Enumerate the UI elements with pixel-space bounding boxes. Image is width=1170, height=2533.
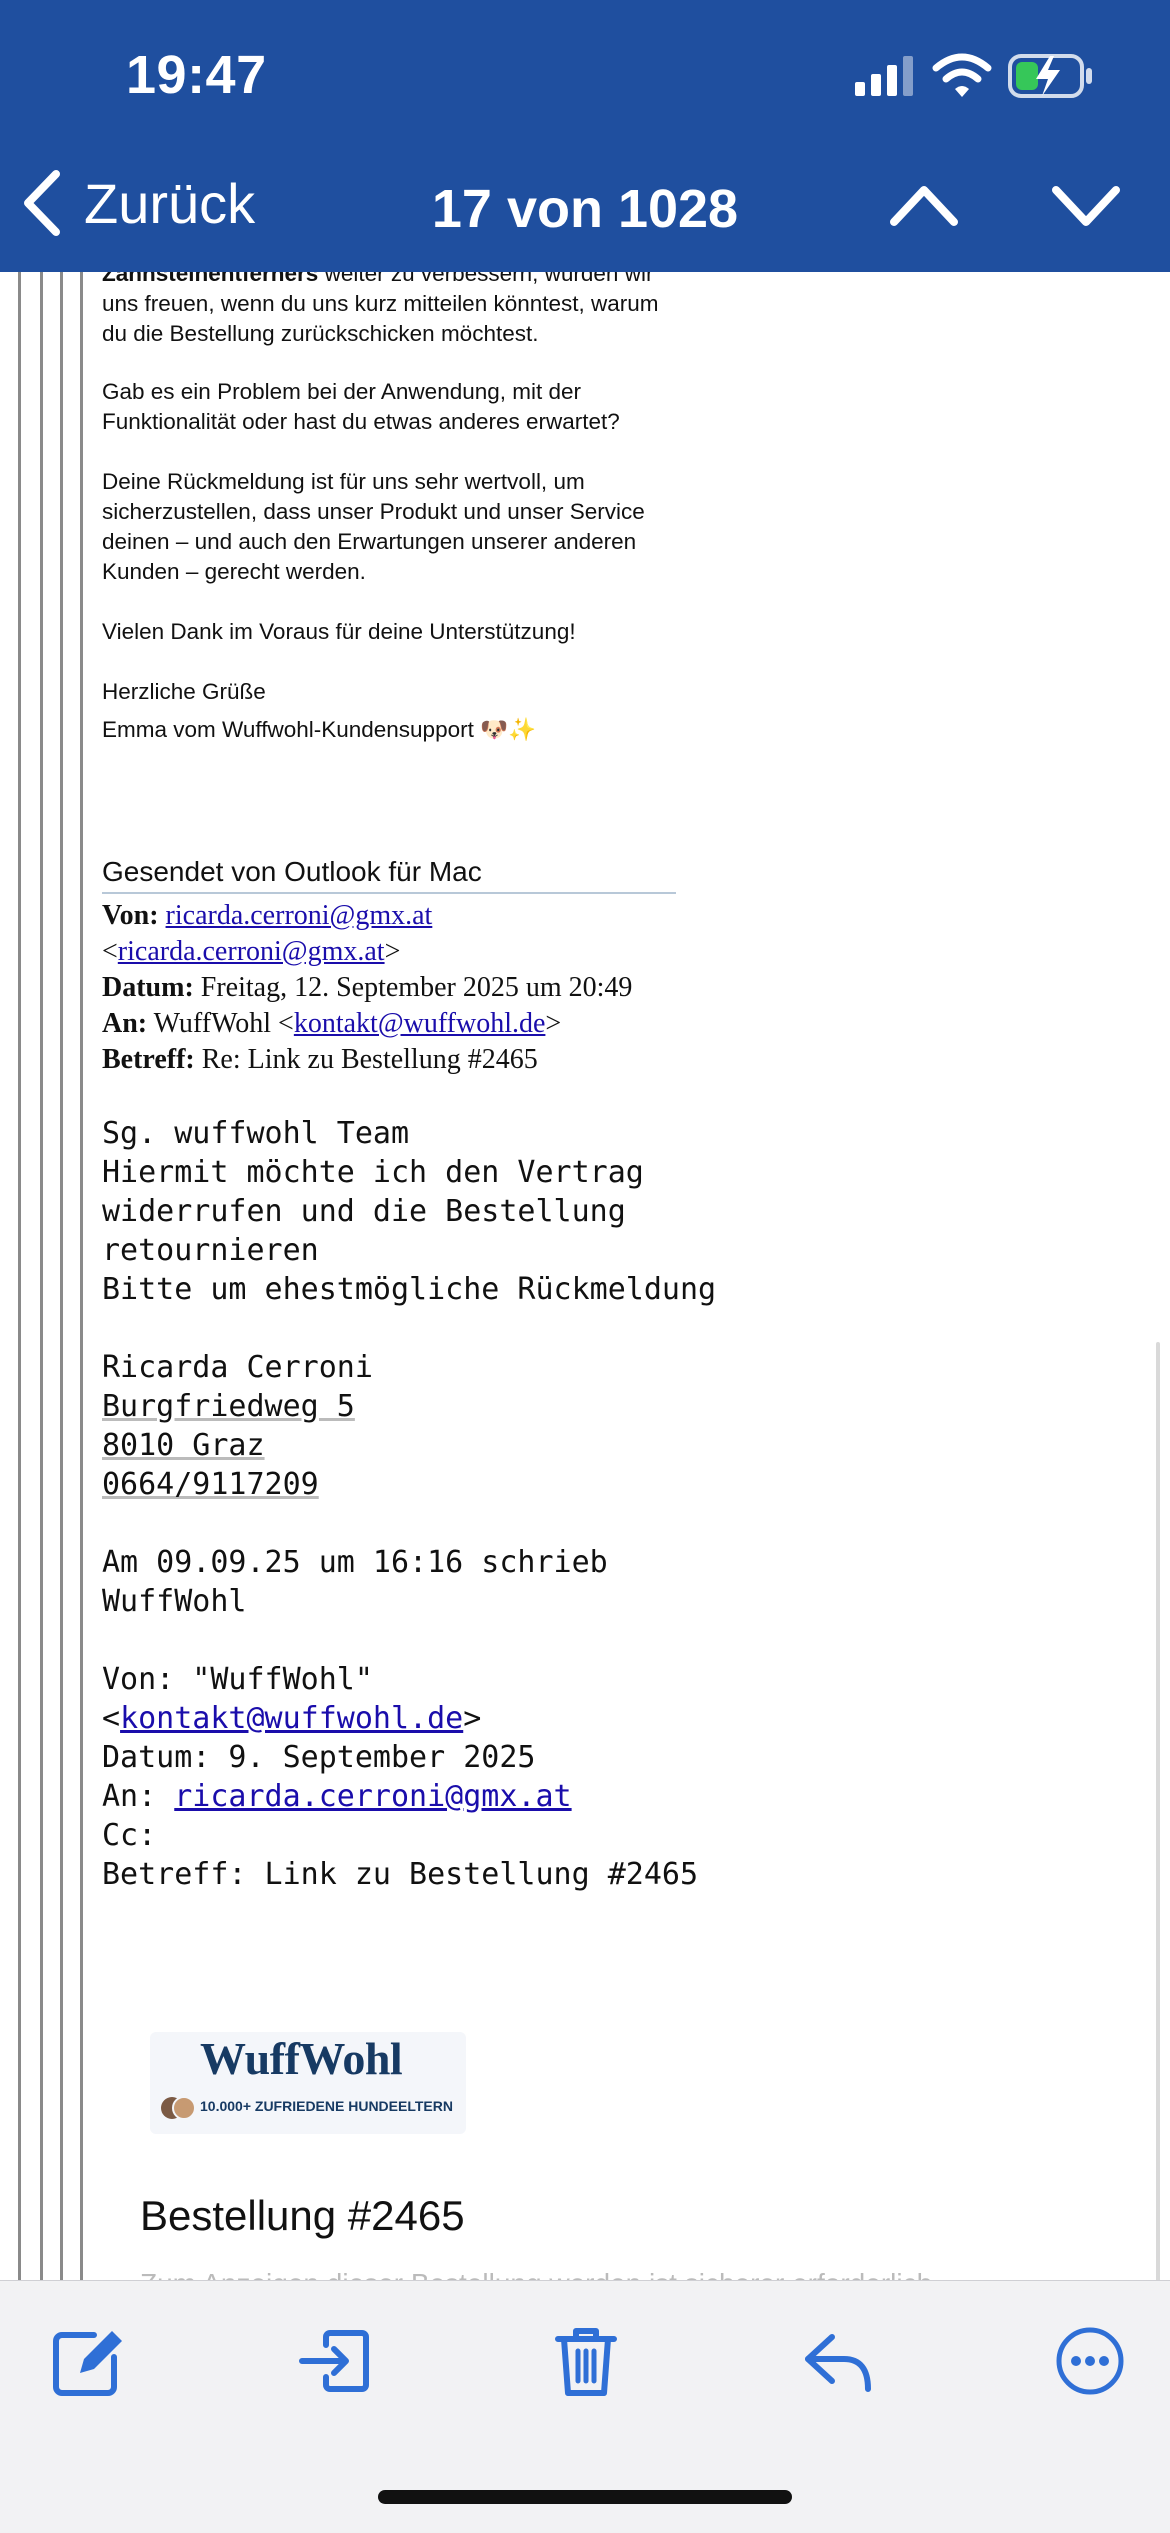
dog-avatars-icon xyxy=(161,2096,196,2120)
shop-logo: WuffWohl 10.000+ ZUFRIEDENE HUNDEELTERN xyxy=(150,2032,466,2134)
chevron-up-icon[interactable] xyxy=(890,180,958,230)
cellular-signal-icon xyxy=(855,56,913,96)
quote-line xyxy=(60,272,63,2280)
wifi-icon xyxy=(932,53,992,97)
reply-intro: Zahnsteinentferners weiter zu verbessern… xyxy=(102,272,659,346)
customer-email-link[interactable]: ricarda.cerroni@gmx.at xyxy=(174,1779,571,1814)
logo-tagline: 10.000+ ZUFRIEDENE HUNDEELTERN xyxy=(200,2098,453,2114)
customer-message: Sg. wuffwohl Team Hiermit möchte ich den… xyxy=(102,1116,717,1892)
reply-feedback: Deine Rückmeldung ist für uns sehr wertv… xyxy=(102,469,645,584)
to-email-link[interactable]: kontakt@wuffwohl.de xyxy=(294,1008,546,1039)
message-counter: 17 von 1028 xyxy=(431,179,739,239)
sent-from-line: Gesendet von Outlook für Mac xyxy=(102,856,676,894)
logo-text: WuffWohl xyxy=(200,2033,403,2084)
from-email-link[interactable]: ricarda.cerroni@gmx.at xyxy=(118,936,385,967)
message-body[interactable]: Zahnsteinentferners weiter zu verbessern… xyxy=(0,272,1170,2280)
quote-line xyxy=(40,272,43,2280)
reply-thanks: Vielen Dank im Voraus für deine Unterstü… xyxy=(102,619,576,644)
order-title: Bestellung #2465 xyxy=(140,2192,465,2239)
reply-icon[interactable] xyxy=(800,2323,876,2399)
reply-question: Gab es ein Problem bei der Anwendung, mi… xyxy=(102,379,620,434)
battery-charging-icon xyxy=(1008,54,1092,98)
more-icon[interactable] xyxy=(1052,2323,1128,2399)
mail-header: 19:47 Zurück 17 von 1028 xyxy=(0,0,1170,272)
shop-email-link[interactable]: kontakt@wuffwohl.de xyxy=(120,1701,463,1736)
move-to-folder-icon[interactable] xyxy=(296,2323,372,2399)
reply-greeting: Herzliche Grüße xyxy=(102,679,266,704)
compose-icon[interactable] xyxy=(50,2323,126,2399)
status-time: 19:47 xyxy=(126,45,267,105)
from-email-link[interactable]: ricarda.cerroni@gmx.at xyxy=(166,900,433,931)
chevron-down-icon[interactable] xyxy=(1052,180,1120,230)
quote-line xyxy=(80,272,83,2280)
trash-icon[interactable] xyxy=(548,2323,624,2399)
quote-line xyxy=(18,272,21,2280)
quoted-header: Von: ricarda.cerroni@gmx.at <ricarda.cer… xyxy=(102,900,633,1075)
reply-signature: Emma vom Wuffwohl-Kundensupport 🐶✨ xyxy=(102,717,537,742)
phone-link[interactable]: 0664/9117209 xyxy=(102,1467,319,1502)
home-indicator[interactable] xyxy=(378,2490,792,2504)
order-subtitle: Zum Anzeigen dieser Bestellung werden is… xyxy=(140,2268,932,2280)
scrollbar[interactable] xyxy=(1156,1342,1160,2280)
